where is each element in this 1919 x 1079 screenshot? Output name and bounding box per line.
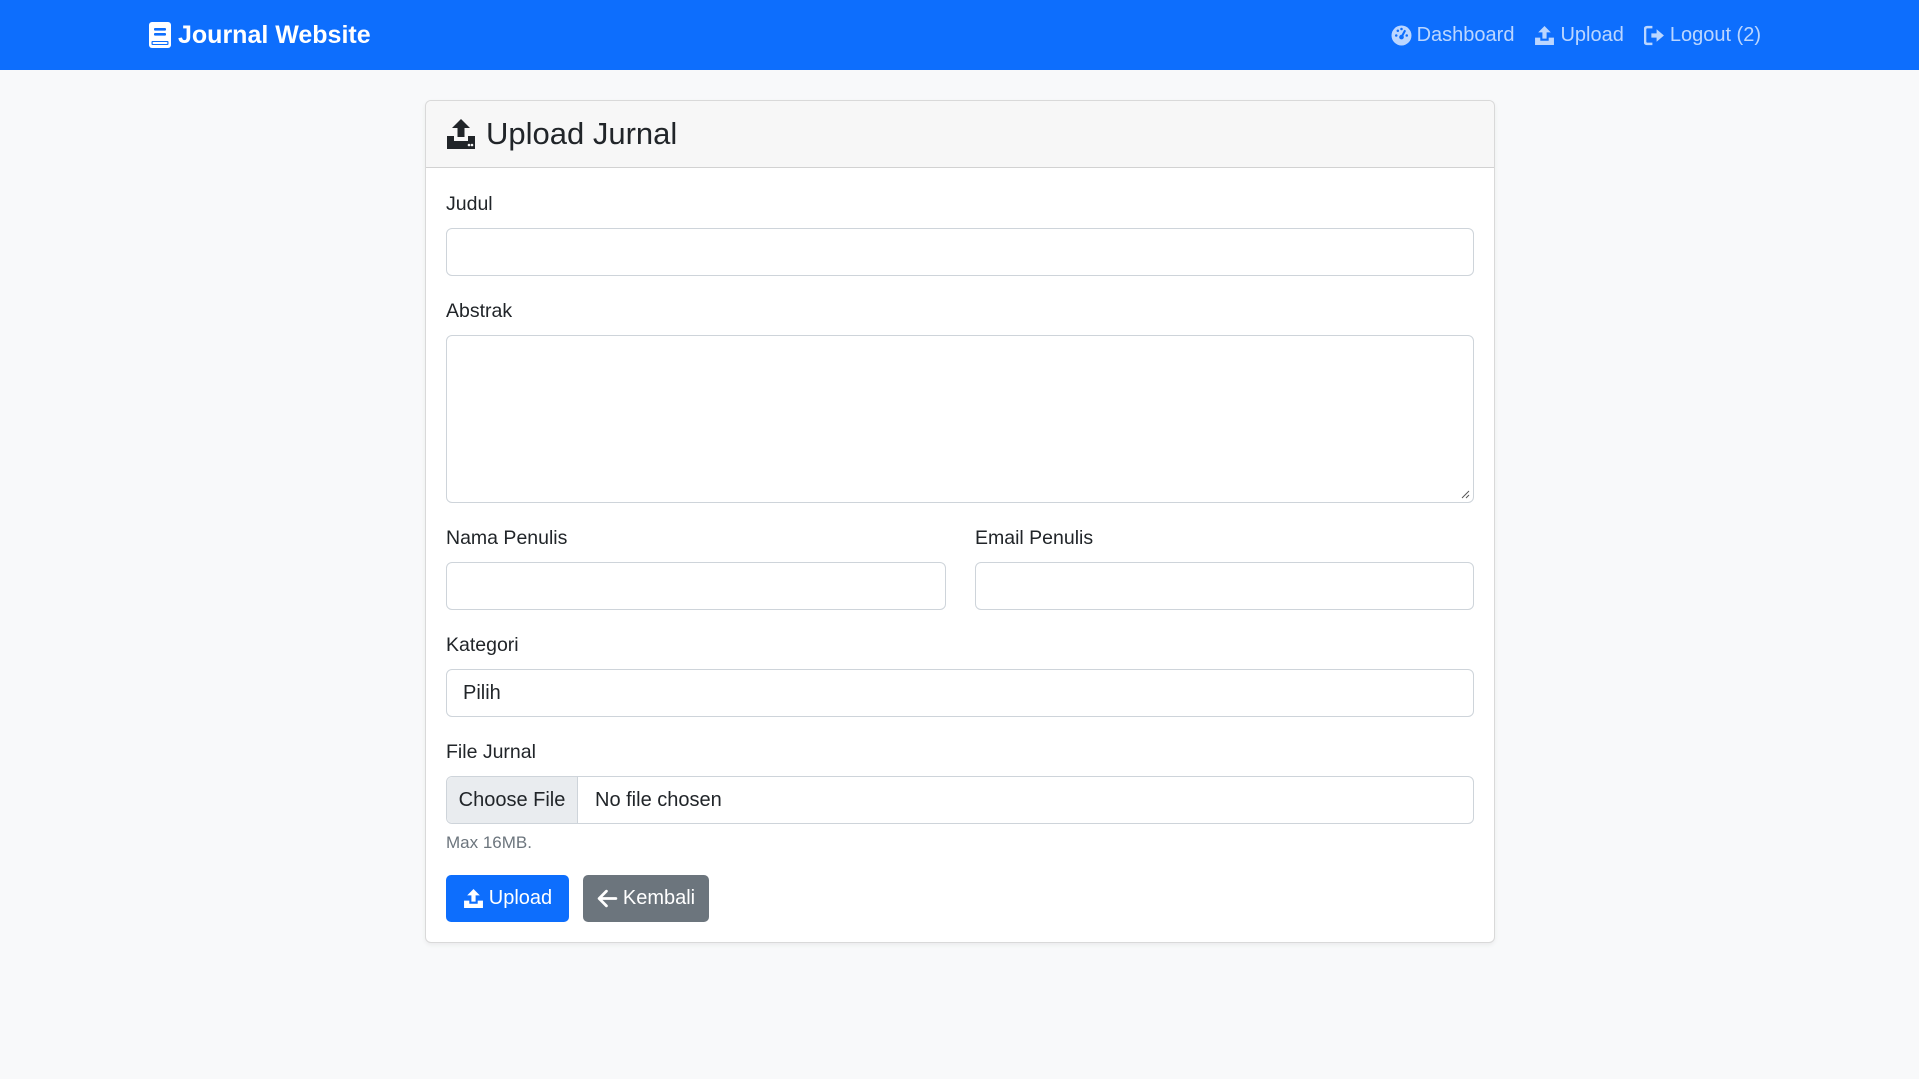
- upload-icon: [1535, 25, 1555, 45]
- file-help-text: Max 16MB.: [446, 833, 532, 852]
- judul-label: Judul: [446, 193, 493, 215]
- book-icon: [149, 22, 171, 48]
- upload-button[interactable]: Upload: [446, 875, 569, 922]
- kategori-selected: Pilih: [463, 681, 501, 704]
- choose-file-button[interactable]: Choose File: [447, 777, 578, 823]
- nav-logout-label: Logout (2): [1669, 23, 1761, 46]
- resize-grip-icon[interactable]: [1461, 490, 1470, 499]
- nav-upload-label: Upload: [1560, 23, 1624, 46]
- back-button-label: Kembali: [622, 887, 696, 909]
- upload-button-label: Upload: [488, 887, 553, 909]
- upload-icon: [447, 119, 475, 149]
- abstrak-label: Abstrak: [446, 300, 513, 322]
- file-status: No file chosen: [595, 788, 722, 811]
- email-penulis-input[interactable]: [975, 562, 1474, 610]
- logout-icon: [1643, 25, 1664, 45]
- arrow-left-icon: [597, 889, 618, 908]
- upload-icon: [463, 889, 483, 908]
- gauge-icon: [1391, 25, 1412, 45]
- nav-upload[interactable]: Upload: [1534, 23, 1624, 47]
- nav-dashboard-label: Dashboard: [1416, 23, 1515, 46]
- page-title: Upload Jurnal: [486, 116, 678, 151]
- upload-card: Upload Jurnal Judul Abstrak Nama Penulis…: [425, 100, 1495, 943]
- file-jurnal-label: File Jurnal: [446, 741, 536, 763]
- email-penulis-label: Email Penulis: [975, 527, 1094, 549]
- nama-penulis-input[interactable]: [446, 562, 946, 610]
- kategori-label: Kategori: [446, 634, 519, 656]
- nama-penulis-label: Nama Penulis: [446, 527, 568, 549]
- judul-input[interactable]: [446, 228, 1474, 276]
- card-header: Upload Jurnal: [426, 101, 1494, 168]
- abstrak-textarea[interactable]: [446, 335, 1474, 503]
- brand-link[interactable]: Journal Website: [149, 0, 371, 70]
- nav-logout[interactable]: Logout (2): [1643, 23, 1761, 47]
- file-jurnal-input[interactable]: Choose File No file chosen: [446, 776, 1474, 824]
- nav-dashboard[interactable]: Dashboard: [1391, 23, 1515, 47]
- back-button[interactable]: Kembali: [583, 875, 709, 922]
- navbar: Journal Website Dashboard Upload Logout …: [0, 0, 1919, 70]
- nav-links: Dashboard Upload Logout (2): [1391, 0, 1761, 70]
- brand-title: Journal Website: [178, 20, 371, 49]
- kategori-select[interactable]: Pilih: [446, 669, 1474, 717]
